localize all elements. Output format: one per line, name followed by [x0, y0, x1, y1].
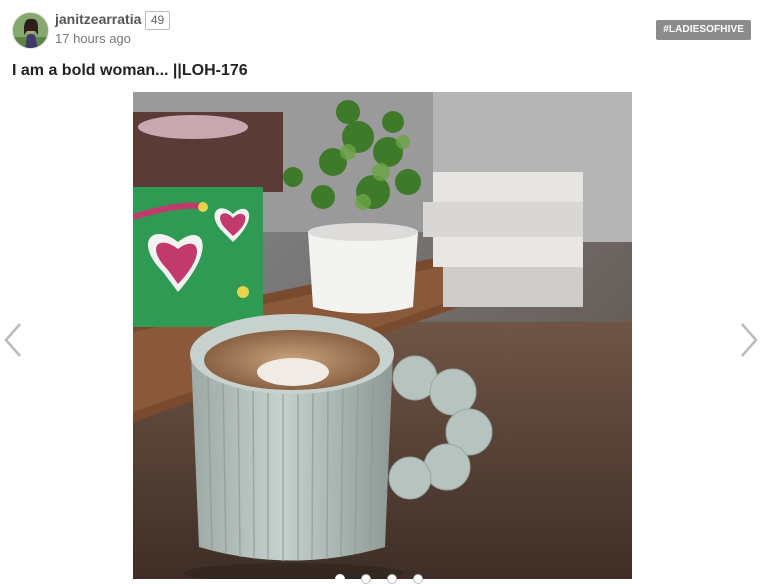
reputation-badge: 49	[145, 11, 170, 30]
carousel-dot[interactable]	[335, 574, 345, 584]
post-title[interactable]: I am a bold woman... ||LOH-176	[12, 62, 248, 80]
carousel-dot[interactable]	[361, 574, 371, 584]
carousel-dot[interactable]	[413, 574, 423, 584]
carousel-next-button[interactable]	[734, 320, 763, 360]
carousel-dot[interactable]	[387, 574, 397, 584]
carousel-prev-button[interactable]	[0, 320, 30, 360]
author-avatar[interactable]	[12, 12, 49, 49]
author-name[interactable]: janitzearratia	[55, 11, 141, 27]
community-tag[interactable]: #LADIESOFHIVE	[656, 20, 751, 40]
post-photo[interactable]	[133, 92, 632, 579]
post-timestamp[interactable]: 17 hours ago	[55, 31, 131, 46]
carousel-indicators	[335, 574, 423, 584]
chevron-left-icon	[4, 323, 21, 357]
chevron-right-icon	[741, 323, 758, 357]
